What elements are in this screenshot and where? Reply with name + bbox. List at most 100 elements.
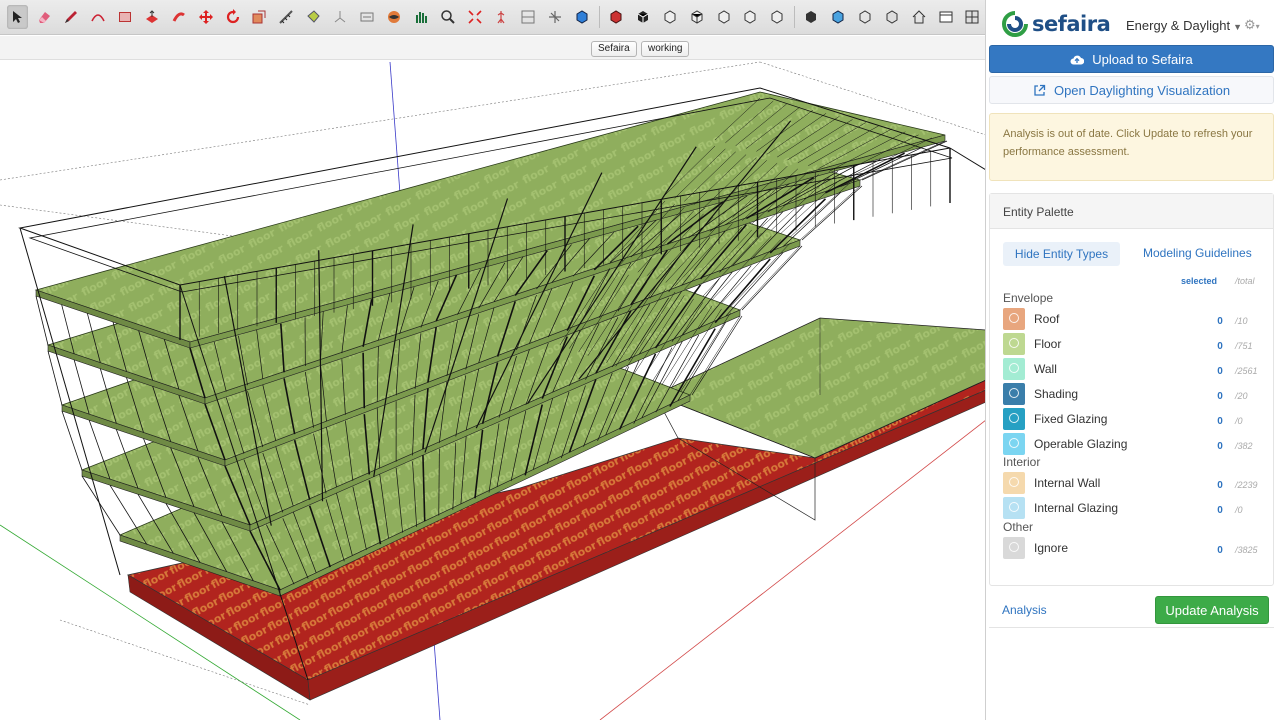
analysis-link[interactable]: Analysis <box>1002 603 1047 617</box>
entity-row-fixed-glazing[interactable]: Fixed Glazing 0/0 <box>1003 408 1268 430</box>
section-plane-icon[interactable] <box>518 5 540 29</box>
entity-swatch[interactable] <box>1003 358 1025 380</box>
radio-icon <box>1009 363 1019 373</box>
entity-swatch[interactable] <box>1003 383 1025 405</box>
entity-row-shading[interactable]: Shading 0/20 <box>1003 383 1268 405</box>
entity-total-count: /382 <box>1235 441 1253 451</box>
sefaira-logo-icon <box>1002 11 1028 37</box>
entity-row-ignore[interactable]: Ignore 0/3825 <box>1003 537 1268 559</box>
right-view-icon[interactable] <box>713 5 735 29</box>
panel-header: sefaira Energy & Daylight ▼ ⚙▾ <box>986 0 1280 44</box>
toolbar-separator <box>598 6 600 28</box>
scale-icon[interactable] <box>249 5 271 29</box>
pencil-icon[interactable] <box>60 5 82 29</box>
entity-selected-count: 0 <box>1217 391 1223 402</box>
visualization-label: Open Daylighting Visualization <box>1053 82 1231 98</box>
model-viewport[interactable]: floor floor <box>0 60 986 720</box>
radio-icon <box>1009 388 1019 398</box>
axes-icon[interactable] <box>329 5 351 29</box>
entity-total-count: /10 <box>1235 316 1248 326</box>
footer-divider <box>989 627 1274 628</box>
top-view-icon[interactable] <box>659 5 681 29</box>
entity-total-count: /0 <box>1235 416 1243 426</box>
hide-entity-types-button[interactable]: Hide Entity Types <box>1003 242 1120 266</box>
entity-swatch[interactable] <box>1003 308 1025 330</box>
entity-swatch[interactable] <box>1003 333 1025 355</box>
selected-column-header: selected <box>1181 276 1218 286</box>
mode-label: Energy & Daylight <box>1126 18 1231 33</box>
entity-swatch[interactable] <box>1003 433 1025 455</box>
sketchup-window: Sefaira working floor floor <box>0 0 1280 720</box>
xray-icon[interactable] <box>827 5 849 29</box>
layout-icon[interactable] <box>962 5 984 29</box>
chevron-down-icon: ▼ <box>1233 22 1242 32</box>
hidden-line-icon[interactable] <box>881 5 903 29</box>
entity-swatch[interactable] <box>1003 408 1025 430</box>
upload-button[interactable]: Upload to Sefaira <box>989 45 1274 73</box>
push-pull-icon[interactable] <box>141 5 163 29</box>
front-view-icon[interactable] <box>686 5 708 29</box>
home-icon[interactable] <box>908 5 930 29</box>
scene-tab-bar: Sefaira working <box>0 36 986 60</box>
scene-tab-sefaira[interactable]: Sefaira <box>591 41 637 57</box>
rotate-icon[interactable] <box>222 5 244 29</box>
mode-dropdown[interactable]: Energy & Daylight ▼ <box>1126 18 1242 33</box>
modeling-guidelines-link[interactable]: Modeling Guidelines <box>1143 246 1252 260</box>
entity-row-operable-glazing[interactable]: Operable Glazing 0/382 <box>1003 433 1268 455</box>
entity-row-roof[interactable]: Roof 0/10 <box>1003 308 1268 330</box>
radio-icon <box>1009 542 1019 552</box>
entity-selected-count: 0 <box>1217 316 1223 327</box>
zoom-extents-icon[interactable] <box>464 5 486 29</box>
entity-swatch[interactable] <box>1003 497 1025 519</box>
follow-me-icon[interactable] <box>168 5 190 29</box>
style-icon[interactable] <box>605 5 627 29</box>
eraser-icon[interactable] <box>33 5 55 29</box>
zoom-icon[interactable] <box>437 5 459 29</box>
entity-total-count: /2239 <box>1235 480 1258 490</box>
rectangle-icon[interactable] <box>114 5 136 29</box>
gear-icon[interactable]: ⚙▾ <box>1244 17 1260 33</box>
select-icon[interactable] <box>6 5 29 29</box>
warehouse-icon[interactable] <box>544 5 566 29</box>
external-link-icon <box>1034 84 1046 96</box>
wireframe-icon[interactable] <box>854 5 876 29</box>
entity-swatch[interactable] <box>1003 537 1025 559</box>
entity-swatch[interactable] <box>1003 472 1025 494</box>
entity-row-wall[interactable]: Wall 0/2561 <box>1003 358 1268 380</box>
entity-row-internal-glazing[interactable]: Internal Glazing 0/0 <box>1003 497 1268 519</box>
group-label-interior: Interior <box>1003 455 1041 469</box>
orbit-icon[interactable] <box>383 5 405 29</box>
pan-icon[interactable] <box>410 5 432 29</box>
dimension-icon[interactable] <box>356 5 378 29</box>
shaded-icon[interactable] <box>800 5 822 29</box>
left-view-icon[interactable] <box>766 5 788 29</box>
open-visualization-button[interactable]: Open Daylighting Visualization <box>989 76 1274 104</box>
entity-name: Fixed Glazing <box>1034 412 1108 426</box>
walk-icon[interactable] <box>491 5 513 29</box>
entity-selected-count: 0 <box>1217 366 1223 377</box>
entity-name: Ignore <box>1034 541 1069 555</box>
update-analysis-button[interactable]: Update Analysis <box>1155 596 1269 624</box>
group-label-envelope: Envelope <box>1003 291 1054 305</box>
building-model[interactable]: floor floor <box>0 60 986 720</box>
move-icon[interactable] <box>195 5 217 29</box>
tape-measure-icon[interactable] <box>276 5 298 29</box>
window-icon[interactable] <box>935 5 957 29</box>
entity-selected-count: 0 <box>1217 480 1223 491</box>
iso-view-icon[interactable] <box>632 5 654 29</box>
extension-icon[interactable] <box>571 5 593 29</box>
toolbar-separator <box>793 6 795 28</box>
paint-bucket-icon[interactable] <box>302 5 324 29</box>
entity-selected-count: 0 <box>1217 416 1223 427</box>
radio-icon <box>1009 477 1019 487</box>
arc-icon[interactable] <box>87 5 109 29</box>
entity-total-count: /20 <box>1235 391 1248 401</box>
radio-icon <box>1009 502 1019 512</box>
scene-tab-working[interactable]: working <box>641 41 690 57</box>
entity-row-floor[interactable]: Floor 0/751 <box>1003 333 1268 355</box>
group-label-other: Other <box>1003 520 1034 534</box>
radio-icon <box>1009 313 1019 323</box>
sefaira-logo: sefaira <box>1002 11 1111 37</box>
back-view-icon[interactable] <box>740 5 762 29</box>
entity-row-internal-wall[interactable]: Internal Wall 0/2239 <box>1003 472 1268 494</box>
